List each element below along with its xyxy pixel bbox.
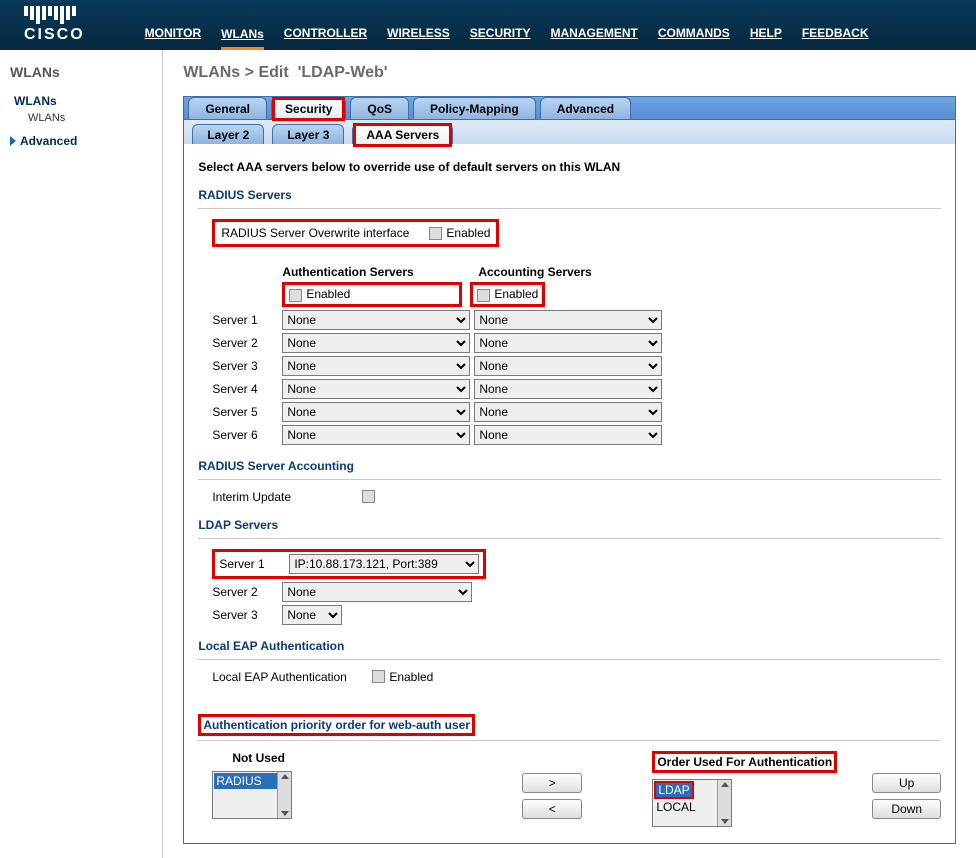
- sidebar: WLANs WLANs WLANs Advanced: [0, 50, 163, 858]
- main-content: WLANs > Edit 'LDAP-Web' GeneralSecurityQ…: [163, 50, 976, 858]
- scrollbar[interactable]: [717, 780, 731, 826]
- breadcrumb-action: Edit: [258, 64, 288, 81]
- ldap-title: LDAP Servers: [198, 518, 941, 532]
- move-right-button[interactable]: >: [522, 773, 582, 793]
- server-label: Server 3: [212, 608, 282, 622]
- nav-feedback[interactable]: FEEDBACK: [802, 26, 869, 40]
- sidebar-item-label: WLANs: [14, 94, 57, 108]
- list-item[interactable]: LDAP: [654, 781, 693, 799]
- not-used-label: Not Used: [232, 751, 452, 765]
- subtab-layer-2[interactable]: Layer 2: [192, 124, 264, 144]
- nav-management[interactable]: MANAGEMENT: [550, 26, 637, 40]
- nav-controller[interactable]: CONTROLLER: [284, 26, 367, 40]
- tab-security[interactable]: Security: [271, 97, 346, 119]
- move-left-button[interactable]: <: [522, 799, 582, 819]
- nav-monitor[interactable]: MONITOR: [145, 26, 201, 40]
- acct-server-6-select[interactable]: None: [474, 425, 662, 445]
- tab-advanced[interactable]: Advanced: [540, 97, 631, 119]
- interim-update-checkbox[interactable]: [362, 490, 375, 503]
- ldap-server-2-select[interactable]: None: [282, 582, 472, 602]
- server-label: Server 6: [212, 428, 282, 442]
- auth-server-4-select[interactable]: None: [282, 379, 470, 399]
- server-label: Server 1: [219, 557, 289, 571]
- sidebar-item-wlans[interactable]: WLANs: [10, 94, 152, 108]
- tab-qos[interactable]: QoS: [350, 97, 409, 119]
- acct-servers-header: Accounting Servers: [478, 265, 591, 279]
- tab-general[interactable]: General: [188, 97, 267, 119]
- move-up-button[interactable]: Up: [872, 773, 941, 793]
- breadcrumb-name: 'LDAP-Web': [298, 64, 388, 81]
- subtab-layer-3[interactable]: Layer 3: [272, 124, 344, 144]
- sidebar-item-advanced[interactable]: Advanced: [10, 134, 152, 148]
- auth-server-3-select[interactable]: None: [282, 356, 470, 376]
- order-used-label: Order Used For Authentication: [652, 751, 837, 773]
- auth-server-1-select[interactable]: None: [282, 310, 470, 330]
- localeap-title: Local EAP Authentication: [198, 639, 941, 653]
- interim-update-label: Interim Update: [212, 490, 362, 504]
- server-label: Server 4: [212, 382, 282, 396]
- server-label: Server 2: [212, 336, 282, 350]
- sidebar-sub-wlans[interactable]: WLANs: [28, 112, 152, 124]
- auth-servers-header: Authentication Servers: [282, 265, 470, 279]
- server-label: Server 5: [212, 405, 282, 419]
- auth-server-5-select[interactable]: None: [282, 402, 470, 422]
- radius-overwrite-checkbox[interactable]: [429, 227, 442, 240]
- instruction-text: Select AAA servers below to override use…: [198, 160, 941, 174]
- auth-server-6-select[interactable]: None: [282, 425, 470, 445]
- logo-bars-icon: [24, 6, 85, 24]
- acct-server-1-select[interactable]: None: [474, 310, 662, 330]
- localeap-checkbox[interactable]: [372, 670, 385, 683]
- localeap-row-label: Local EAP Authentication: [212, 670, 372, 684]
- logo-text: CISCO: [24, 26, 85, 44]
- acct-server-3-select[interactable]: None: [474, 356, 662, 376]
- nav-wlans[interactable]: WLANs: [221, 27, 264, 50]
- arrow-down-icon: [281, 811, 289, 816]
- ldap-server-1-select[interactable]: IP:10.88.173.121, Port:389: [289, 554, 479, 574]
- server-label: Server 2: [212, 585, 282, 599]
- main-tabs: GeneralSecurityQoSPolicy-MappingAdvanced: [183, 96, 956, 120]
- top-bar: CISCO MONITOR WLANs CONTROLLER WIRELESS SECU…: [0, 0, 976, 50]
- nav-help[interactable]: HELP: [750, 26, 782, 40]
- radius-accounting-title: RADIUS Server Accounting: [198, 459, 941, 473]
- sidebar-title: WLANs: [10, 64, 152, 80]
- move-down-button[interactable]: Down: [872, 799, 941, 819]
- breadcrumb: WLANs > Edit 'LDAP-Web': [183, 64, 956, 82]
- enabled-label: Enabled: [446, 226, 490, 240]
- acct-enabled-checkbox[interactable]: [477, 289, 490, 302]
- server-label: Server 1: [212, 313, 282, 327]
- acct-server-2-select[interactable]: None: [474, 333, 662, 353]
- nav-security[interactable]: SECURITY: [470, 26, 531, 40]
- acct-server-4-select[interactable]: None: [474, 379, 662, 399]
- breadcrumb-root[interactable]: WLANs: [183, 64, 240, 81]
- acct-server-5-select[interactable]: None: [474, 402, 662, 422]
- cisco-logo: CISCO: [24, 6, 85, 44]
- radius-overwrite-label: RADIUS Server Overwrite interface: [221, 226, 409, 240]
- arrow-up-icon: [721, 782, 729, 787]
- auth-server-2-select[interactable]: None: [282, 333, 470, 353]
- chevron-right-icon: [10, 136, 16, 146]
- subtab-aaa-servers[interactable]: AAA Servers: [352, 124, 453, 144]
- sidebar-item-label: Advanced: [20, 134, 77, 148]
- arrow-down-icon: [721, 819, 729, 824]
- not-used-listbox[interactable]: RADIUS: [212, 771, 292, 819]
- authprio-title: Authentication priority order for web-au…: [203, 718, 470, 732]
- sub-tabs: Layer 2 Layer 3 AAA Servers: [183, 120, 956, 144]
- main-nav: MONITORWLANsCONTROLLERWIRELESSSECURITYMA…: [145, 26, 869, 40]
- server-label: Server 3: [212, 359, 282, 373]
- scrollbar[interactable]: [277, 772, 291, 818]
- radius-title: RADIUS Servers: [198, 188, 941, 202]
- ldap-server-3-select[interactable]: None: [282, 605, 342, 625]
- nav-wireless[interactable]: WIRELESS: [387, 26, 450, 40]
- arrow-up-icon: [281, 774, 289, 779]
- tab-panel: Select AAA servers below to override use…: [183, 144, 956, 844]
- order-used-listbox[interactable]: LDAP LOCAL: [652, 779, 732, 827]
- nav-commands[interactable]: COMMANDS: [658, 26, 730, 40]
- tab-policy-mapping[interactable]: Policy-Mapping: [413, 97, 536, 119]
- auth-enabled-checkbox[interactable]: [289, 289, 302, 302]
